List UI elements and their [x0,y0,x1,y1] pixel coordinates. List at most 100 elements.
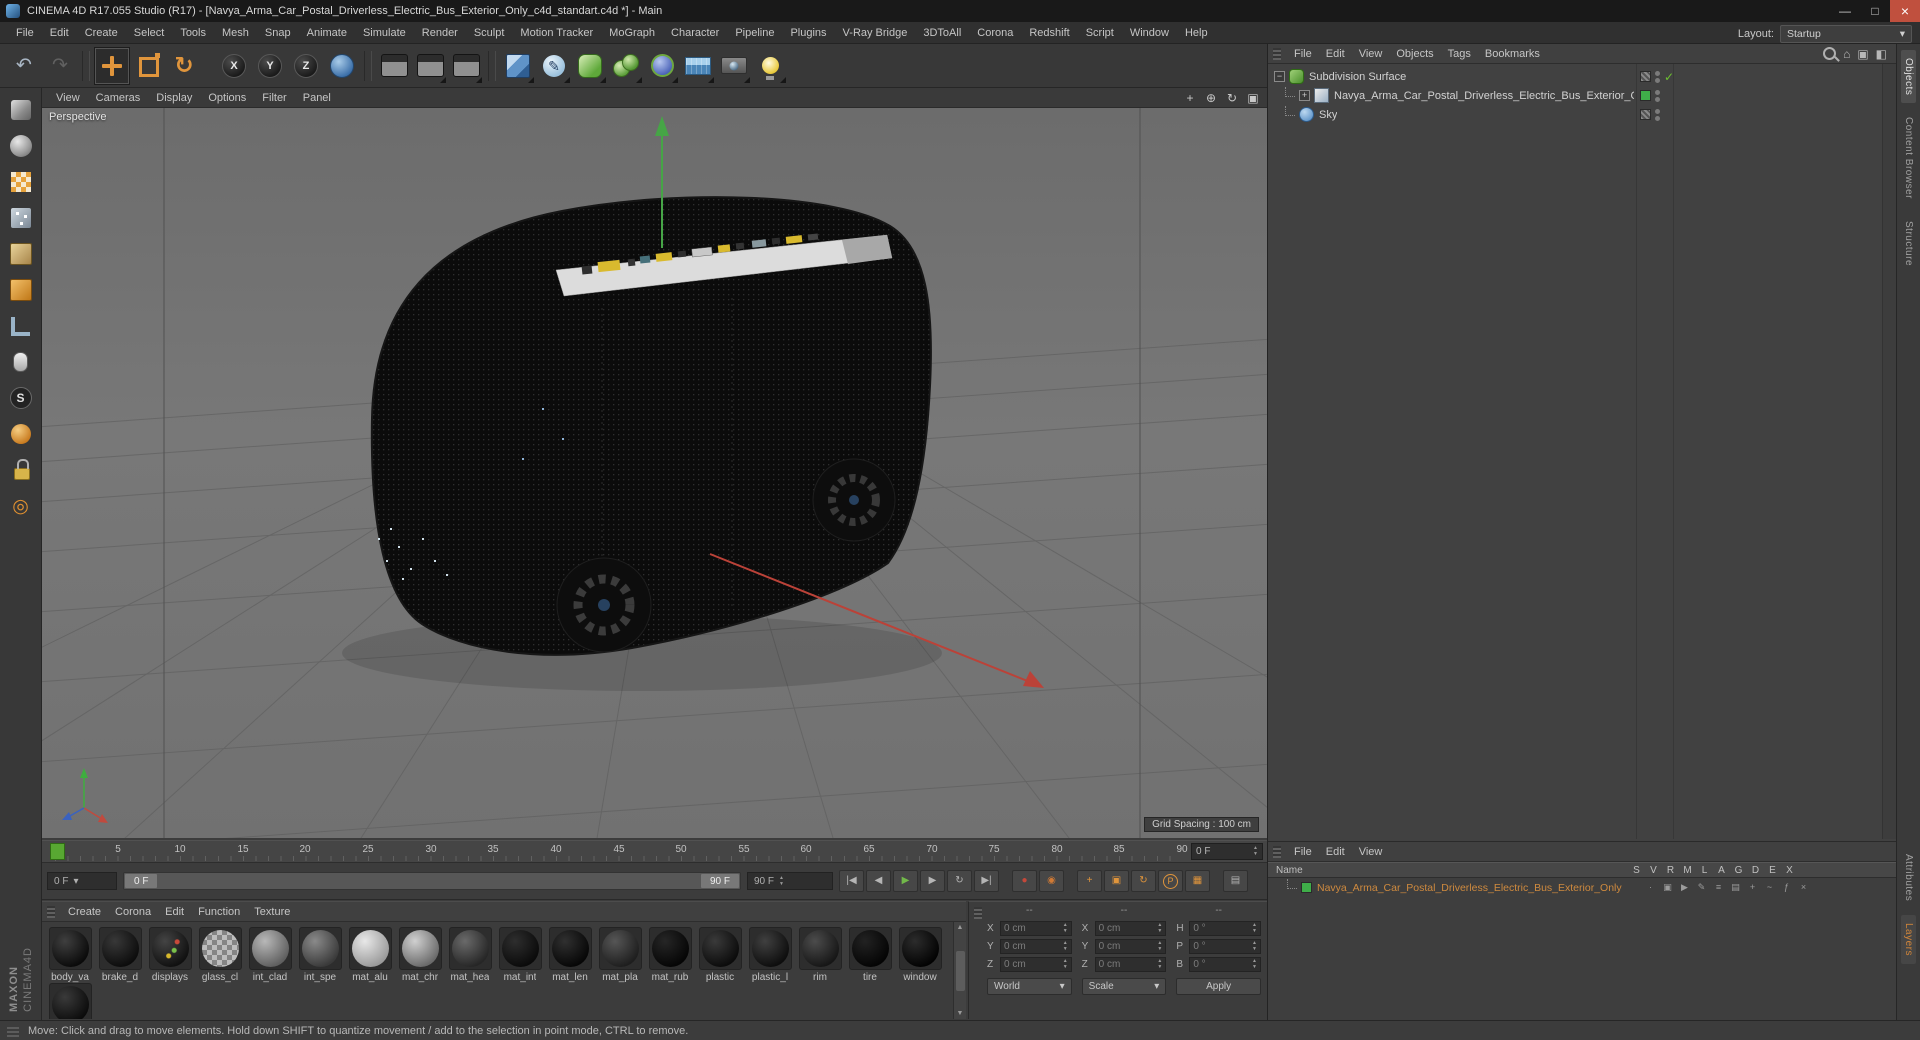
range-start-handle[interactable]: 0 F [125,874,158,888]
camera-button[interactable] [716,47,752,85]
viewport-menu-item[interactable]: Display [148,92,200,104]
object-manager-menu-item[interactable]: Bookmarks [1478,48,1547,60]
position-y-field[interactable]: 0 cm ▲ ▼ [1000,939,1072,954]
menu-item[interactable]: Simulate [355,27,414,39]
material-preview[interactable] [748,927,792,970]
material-preview[interactable] [698,927,742,970]
position-z-field[interactable]: 0 cm ▲ ▼ [1000,957,1072,972]
rotation-h-field[interactable]: 0 ° ▲ ▼ [1189,921,1261,936]
toolbar-separator[interactable] [82,50,90,81]
render-cell-icon[interactable]: ▶ [1676,882,1693,893]
size-y-field[interactable]: 0 cm ▲ ▼ [1094,939,1167,954]
panel-grip-icon[interactable] [974,907,982,919]
menu-item[interactable]: Snap [257,27,299,39]
toolbar-separator[interactable] [488,50,496,81]
object-label[interactable]: Subdivision Surface [1309,71,1406,83]
rotate-tool[interactable]: ↻ [166,47,202,85]
key-rotation-toggle[interactable]: ↻ [1131,870,1156,892]
menu-item[interactable]: Motion Tracker [512,27,601,39]
menu-item[interactable]: 3DToAll [915,27,969,39]
visibility-dots[interactable] [1655,108,1660,121]
panel-grip-icon[interactable] [1273,47,1281,60]
material-item[interactable]: body_va [45,927,95,983]
material-preview[interactable] [448,927,492,970]
menu-item[interactable]: Pipeline [727,27,782,39]
layer-menu-item[interactable]: Edit [1319,846,1352,858]
layer-row[interactable]: Navya_Arma_Car_Postal_Driverless_Electri… [1268,878,1896,897]
spline-pen-button[interactable]: ✎ [536,47,572,85]
toggle-view-icon[interactable]: ▣ [1245,90,1261,106]
material-item[interactable]: int_clad [245,927,295,983]
material-preview[interactable] [798,927,842,970]
undo-button[interactable]: ↶ [6,47,42,85]
next-frame-button[interactable]: ▶ [920,870,945,892]
key-scale-toggle[interactable]: ▣ [1104,870,1129,892]
start-frame-field[interactable]: 0 F ▾ [47,872,117,890]
visibility-dots[interactable] [1655,70,1660,83]
menu-item[interactable]: Select [126,27,173,39]
material-preview[interactable] [248,927,292,970]
autokey-button[interactable]: ◉ [1039,870,1064,892]
material-item[interactable]: mat_alu [345,927,395,983]
vertical-tab[interactable]: Attributes [1901,846,1916,909]
add-primitive-button[interactable] [500,47,536,85]
point-mode-button[interactable] [6,204,36,232]
subdivision-surface-button[interactable] [572,47,608,85]
collapse-icon[interactable]: − [1274,71,1285,82]
layer-column-header[interactable]: D [1747,865,1764,876]
material-preview[interactable] [98,927,142,970]
layer-column-header[interactable]: A [1713,865,1730,876]
viewport-menu-item[interactable]: Filter [254,92,294,104]
viewport-menu-item[interactable]: Panel [295,92,339,104]
material-preview[interactable] [48,927,92,970]
object-label[interactable]: Sky [1319,109,1337,121]
menu-item[interactable]: Create [77,27,126,39]
material-scrollbar[interactable]: ▲ ▼ [953,922,966,1019]
vertical-tab[interactable]: Content Browser [1901,109,1916,207]
home-icon[interactable]: ⌂ [1843,48,1850,60]
menu-item[interactable]: Tools [172,27,214,39]
zoom-view-icon[interactable]: ⊕ [1203,90,1219,106]
expand-icon[interactable]: + [1299,90,1310,101]
paint-tool-button[interactable] [6,420,36,448]
layer-column-header[interactable]: S [1628,865,1645,876]
material-item[interactable] [45,983,95,1019]
texture-mode-button[interactable] [6,168,36,196]
world-select[interactable]: World ▾ [987,978,1072,995]
environment-button[interactable] [680,47,716,85]
coordinate-system-button[interactable] [324,47,360,85]
modeling-generators-button[interactable] [608,47,644,85]
key-parameter-toggle[interactable]: P [1158,870,1183,892]
viewport-canvas[interactable]: Perspective Grid Spacing : 100 cm [42,108,1267,838]
menu-item[interactable]: Redshift [1021,27,1077,39]
material-item[interactable]: mat_rub [645,927,695,983]
material-menu-item[interactable]: Edit [158,906,191,918]
end-frame-field[interactable]: 90 F ▲ ▼ [747,872,833,890]
vertical-tab[interactable]: Structure [1901,213,1916,274]
material-item[interactable]: rim [795,927,845,983]
material-item[interactable]: mat_pla [595,927,645,983]
viewport-menu-item[interactable]: View [48,92,88,104]
material-menu-item[interactable]: Function [191,906,247,918]
render-view-button[interactable] [376,47,412,85]
layer-column-header[interactable]: L [1696,865,1713,876]
transport-gap[interactable] [1001,871,1010,891]
menu-item[interactable]: Help [1177,27,1216,39]
material-item[interactable]: tire [845,927,895,983]
visibility-dots[interactable] [1655,89,1660,102]
edge-mode-button[interactable] [6,240,36,268]
object-manager-menu-item[interactable]: Tags [1441,48,1478,60]
menu-item[interactable]: Edit [42,27,77,39]
vertical-tab[interactable]: Layers [1901,915,1916,965]
goto-end-button[interactable]: ▶| [974,870,999,892]
layer-column-header[interactable]: M [1679,865,1696,876]
menu-item[interactable]: Animate [299,27,355,39]
enabled-check-icon[interactable]: ✓ [1664,70,1674,84]
size-x-field[interactable]: 0 cm ▲ ▼ [1094,921,1167,936]
viewport-menu-item[interactable]: Options [200,92,254,104]
material-item[interactable]: displays [145,927,195,983]
material-preview[interactable] [348,927,392,970]
object-manager-menu-item[interactable]: Objects [1389,48,1440,60]
vertical-tab[interactable]: Objects [1901,50,1916,104]
previous-frame-button[interactable]: ◀ [866,870,891,892]
